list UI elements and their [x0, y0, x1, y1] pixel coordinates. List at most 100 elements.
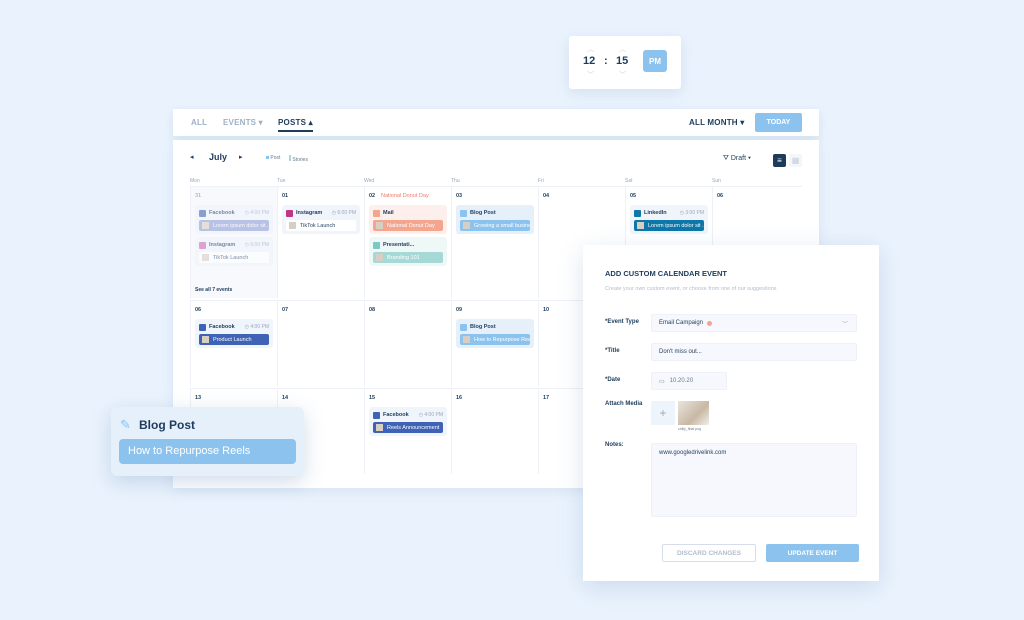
event-card[interactable]: Facebook ◷ 4:00 PM Reels Announcement	[369, 407, 447, 436]
hour-down-icon[interactable]: ﹀	[587, 70, 594, 80]
event-header: Facebook ◷ 4:00 PM	[373, 410, 443, 420]
thumbnail-icon	[637, 222, 644, 229]
day-cell[interactable]: 07	[277, 300, 364, 386]
event-platform: Instagram	[296, 210, 323, 216]
day-cell[interactable]: 15 Facebook ◷ 4:00 PM Reels Announcement	[364, 388, 451, 474]
event-time: ◷ 4:00 PM	[244, 324, 269, 330]
event-text: How to Repurpose Reels	[474, 336, 530, 343]
event-bar: Lorem ipsum dolor sit ...	[634, 220, 704, 231]
notes-label: Notes:	[605, 442, 624, 448]
modal-title: ADD CUSTOM CALENDAR EVENT	[605, 269, 727, 278]
period-toggle[interactable]: PM	[643, 50, 667, 72]
today-button[interactable]: TODAY	[755, 113, 802, 132]
event-bar: How to Repurpose Reels	[460, 334, 530, 345]
day-number: 31	[195, 193, 202, 199]
grid-view-icon[interactable]: ▦	[789, 154, 802, 167]
event-bar: Product Launch	[199, 334, 269, 345]
filter-icon: ⛛	[723, 155, 729, 162]
time-picker[interactable]: ︿ 12 ﹀ : ︿ 15 ﹀ PM	[569, 36, 681, 89]
thumbnail-icon	[289, 222, 296, 229]
legend-stories-label: Stories	[292, 157, 308, 163]
day-number: 06	[717, 193, 724, 199]
event-platform: Facebook	[209, 210, 235, 216]
thumbnail-icon	[202, 222, 209, 229]
holiday-label: National Donut Day	[381, 193, 429, 199]
day-cell[interactable]: 31 Facebook ◷ 4:00 PM Lorem ipsum dolor sit…	[190, 186, 277, 298]
notes-textarea[interactable]: www.googledrivelink.com	[651, 443, 857, 517]
see-all-events-link[interactable]: See all 7 events	[195, 287, 232, 293]
day-name: Tue	[277, 178, 286, 184]
event-type-select[interactable]: Email Campaign ﹀	[651, 314, 857, 332]
event-card[interactable]: Facebook ◷ 4:00 PM Product Launch	[195, 319, 273, 348]
tab-events-label: EVENTS	[223, 118, 257, 127]
day-cell[interactable]: 03 Blog Post Growing a small business	[451, 186, 538, 298]
blog-post-popup[interactable]: ✎ Blog Post How to Repurpose Reels	[111, 407, 304, 476]
event-card[interactable]: Instagram ◷ 6:00 PM TikTok Launch	[282, 205, 360, 234]
event-text: TikTok Launch	[213, 254, 249, 261]
media-thumbnail[interactable]	[678, 401, 709, 425]
day-cell[interactable]: 01 Instagram ◷ 6:00 PM TikTok Launch	[277, 186, 364, 298]
blog-post-icon: ✎	[120, 417, 131, 432]
event-time-value: 6:00 PM	[337, 210, 356, 216]
filter-dropdown[interactable]: ⛛ Draft ▾	[723, 155, 751, 163]
hour-value[interactable]: 12	[583, 55, 595, 67]
popup-type: Blog Post	[139, 418, 195, 432]
minute-up-icon[interactable]: ︿	[619, 44, 626, 54]
legend-post-label: Post	[270, 155, 281, 161]
event-bar: Branding 101	[373, 252, 443, 263]
platform-icon	[373, 241, 380, 249]
event-text: National Donut Day	[387, 222, 435, 229]
day-number: 17	[543, 395, 550, 401]
event-platform: Blog Post	[470, 210, 496, 216]
title-input[interactable]: Don't miss out...	[651, 343, 857, 361]
event-card[interactable]: Facebook ◷ 4:00 PM Lorem ipsum dolor sit .…	[195, 205, 273, 234]
event-time-value: 4:00 PM	[250, 210, 269, 216]
minute-value[interactable]: 15	[616, 55, 628, 67]
day-cell[interactable]: 08	[364, 300, 451, 386]
platform-icon	[373, 209, 380, 217]
event-header: LinkedIn ◷ 3:00 PM	[634, 208, 704, 218]
day-cell[interactable]: 02 National Donut Day Mail National Donut D…	[364, 186, 451, 298]
day-name: Fri	[538, 178, 544, 184]
discard-changes-button[interactable]: DISCARD CHANGES	[662, 544, 756, 562]
event-text: Lorem ipsum dolor sit ...	[648, 222, 704, 229]
calendar-icon: ▭	[659, 378, 665, 385]
event-card[interactable]: Mail National Donut Day	[369, 205, 447, 234]
time-separator: :	[604, 55, 608, 67]
list-view-icon[interactable]: ≡	[773, 154, 786, 167]
tab-posts[interactable]: POSTS ▴	[278, 118, 313, 132]
event-card[interactable]: Presentati... Branding 101	[369, 237, 447, 266]
event-card[interactable]: Instagram ◷ 6:00 PM TikTok Launch	[195, 237, 273, 266]
tab-events[interactable]: ALLEVENTS ▾	[223, 118, 263, 127]
event-time: ◷ 3:00 PM	[679, 210, 704, 216]
day-number: 08	[369, 307, 376, 313]
day-cell[interactable]: 09 Blog Post How to Repurpose Reels	[451, 300, 538, 386]
chevron-down-icon: ▾	[258, 118, 263, 127]
minute-down-icon[interactable]: ﹀	[619, 70, 626, 80]
day-cell[interactable]: 06 Facebook ◷ 4:00 PM Product Launch	[190, 300, 277, 386]
event-card[interactable]: Blog Post How to Repurpose Reels	[456, 319, 534, 348]
range-label: ALL MONTH	[689, 118, 738, 127]
next-month-icon[interactable]: ▸	[239, 153, 243, 161]
day-name: Thu	[451, 178, 460, 184]
thumbnail-icon	[463, 336, 470, 343]
day-number: 02	[369, 193, 376, 199]
tab-all[interactable]: ALL	[191, 118, 207, 127]
event-text: TikTok Launch	[300, 222, 336, 229]
event-platform: Facebook	[209, 324, 235, 330]
event-text: Branding 101	[387, 254, 420, 261]
add-media-button[interactable]: +	[651, 401, 675, 425]
prev-month-icon[interactable]: ◂	[190, 153, 194, 161]
hour-up-icon[interactable]: ︿	[587, 44, 594, 54]
platform-icon	[199, 323, 206, 331]
title-label: *Title	[605, 348, 620, 354]
date-input[interactable]: ▭ 10.20.20	[651, 372, 727, 390]
event-text: Product Launch	[213, 336, 252, 343]
event-card[interactable]: LinkedIn ◷ 3:00 PM Lorem ipsum dolor sit .…	[630, 205, 708, 234]
day-number: 04	[543, 193, 550, 199]
update-event-button[interactable]: UPDATE EVENT	[766, 544, 859, 562]
event-card[interactable]: Blog Post Growing a small business	[456, 205, 534, 234]
day-name: Sun	[712, 178, 721, 184]
range-dropdown[interactable]: ALL MONTH ▾	[689, 118, 744, 127]
day-cell[interactable]: 16	[451, 388, 538, 474]
